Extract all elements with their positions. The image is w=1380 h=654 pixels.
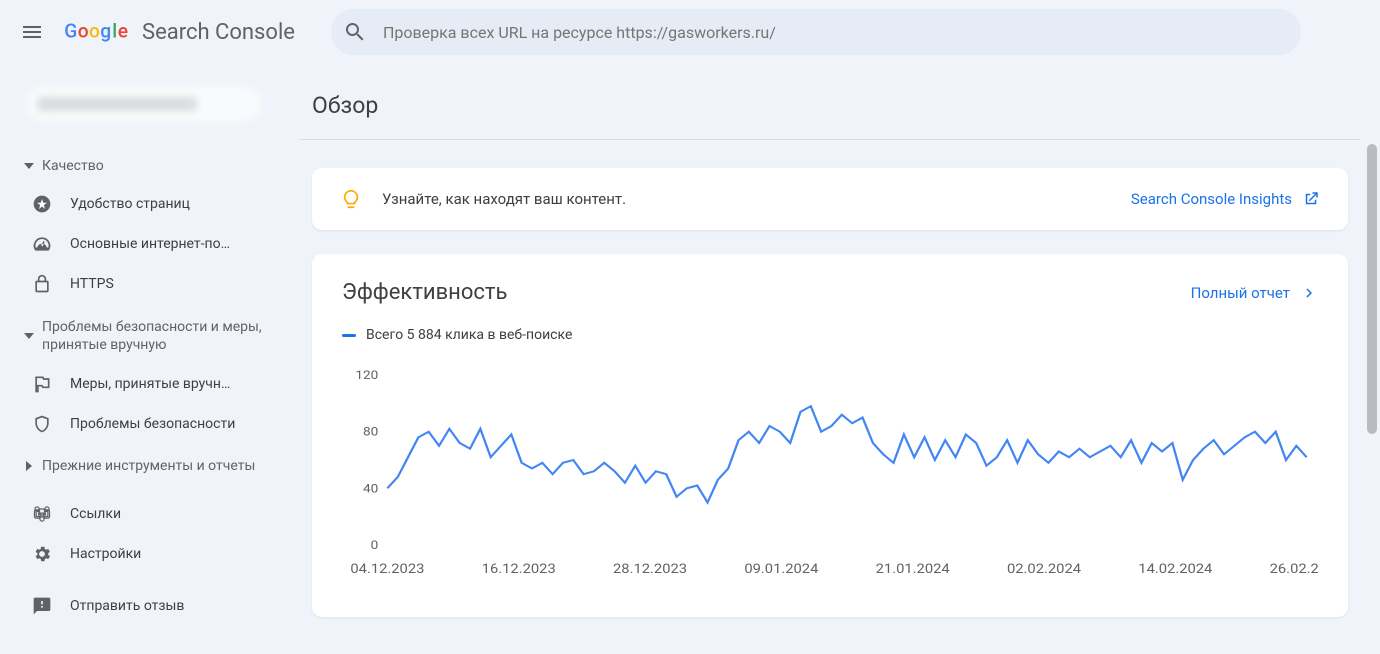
section-label: Прежние инструменты и отчеты [42,458,255,474]
svg-text:16.12.2023: 16.12.2023 [482,562,556,577]
caret-right-icon [24,461,34,471]
section-legacy[interactable]: Прежние инструменты и отчеты [0,448,280,484]
page-title: Обзор [300,64,1360,139]
shield-icon [32,414,52,434]
sidebar-item-core-web-vitals[interactable]: Основные интернет-по… [0,224,272,264]
svg-text:e: e [118,20,128,43]
svg-text:40: 40 [363,482,378,496]
sidebar-item-https[interactable]: HTTPS [0,264,272,304]
search-bar[interactable] [331,9,1301,55]
lightbulb-icon [340,188,362,210]
search-icon [343,20,367,44]
legend-label: Всего 5 884 клика в веб-поиске [366,327,572,343]
speedometer-icon [32,234,52,254]
insights-text: Узнайте, как находят ваш контент. [382,190,1111,208]
section-quality[interactable]: Качество [0,148,280,184]
svg-text:G: G [64,20,77,43]
performance-chart: 0 40 80 120 04.12.2023 16.12.2023 28.12.2023 09… [342,365,1318,585]
caret-down-icon [24,161,34,171]
insights-card: Узнайте, как находят ваш контент. Search… [312,168,1348,230]
svg-text:14.02.2024: 14.02.2024 [1138,562,1212,577]
external-link-icon [1302,190,1320,208]
nav-label: Проблемы безопасности [70,416,235,432]
nav-label: Отправить отзыв [70,598,184,614]
menu-button[interactable] [8,8,56,56]
star-circle-icon [32,194,52,214]
feedback-icon [32,596,52,616]
scroll-thumb[interactable] [1367,144,1377,434]
svg-text:o: o [78,20,89,43]
sidebar: Качество Удобство страниц Основные интер… [0,64,280,654]
hamburger-icon [20,20,44,44]
svg-text:04.12.2023: 04.12.2023 [350,562,424,577]
header: G o o g l e Search Console [0,0,1380,64]
svg-text:26.02.2024: 26.02.2024 [1270,562,1318,577]
sidebar-item-feedback[interactable]: Отправить отзыв [0,586,272,626]
product-logo[interactable]: G o o g l e Search Console [64,20,295,45]
divider [300,139,1360,140]
sidebar-item-settings[interactable]: Настройки [0,534,272,574]
svg-text:g: g [100,20,111,43]
full-report-label: Полный отчет [1191,284,1290,302]
google-logo-icon: G o o g l e [64,20,138,44]
gear-icon [32,544,52,564]
main-content: Обзор Узнайте, как находят ваш контент. … [280,64,1380,654]
svg-text:0: 0 [371,539,379,553]
svg-text:80: 80 [363,425,378,439]
flag-icon [32,374,52,394]
nav-label: Основные интернет-по… [70,236,230,252]
chart-legend: Всего 5 884 клика в веб-поиске [342,327,1318,343]
insights-link[interactable]: Search Console Insights [1131,190,1320,208]
lock-icon [32,274,52,294]
performance-title: Эффективность [342,280,507,305]
sidebar-item-manual-actions[interactable]: Меры, принятые вручн… [0,364,272,404]
sidebar-item-security-issues[interactable]: Проблемы безопасности [0,404,272,444]
nav-label: Ссылки [70,506,121,522]
svg-text:09.01.2024: 09.01.2024 [744,562,818,577]
insights-link-label: Search Console Insights [1131,190,1292,208]
links-icon [32,504,52,524]
nav-label: Настройки [70,546,141,562]
full-report-link[interactable]: Полный отчет [1191,284,1318,302]
svg-text:o: o [89,20,100,43]
section-label: Проблемы безопасности и меры, принятые в… [42,318,264,354]
sidebar-item-page-experience[interactable]: Удобство страниц [0,184,272,224]
nav-label: HTTPS [70,276,114,292]
property-selector[interactable] [24,84,264,124]
url-inspect-input[interactable] [383,23,1289,42]
nav-label: Удобство страниц [70,196,190,212]
product-name: Search Console [142,20,295,45]
sidebar-item-links[interactable]: Ссылки [0,494,272,534]
svg-text:02.02.2024: 02.02.2024 [1007,562,1081,577]
caret-down-icon [24,331,34,341]
section-label: Качество [42,158,104,174]
nav-label: Меры, принятые вручн… [70,376,230,392]
svg-text:l: l [112,20,117,43]
svg-text:120: 120 [355,369,378,383]
chevron-right-icon [1300,284,1318,302]
svg-text:21.01.2024: 21.01.2024 [876,562,950,577]
scrollbar[interactable] [1366,144,1378,654]
legend-swatch [342,334,356,337]
section-security[interactable]: Проблемы безопасности и меры, принятые в… [0,308,280,364]
performance-card: Эффективность Полный отчет Всего 5 884 к… [312,254,1348,617]
svg-text:28.12.2023: 28.12.2023 [613,562,687,577]
